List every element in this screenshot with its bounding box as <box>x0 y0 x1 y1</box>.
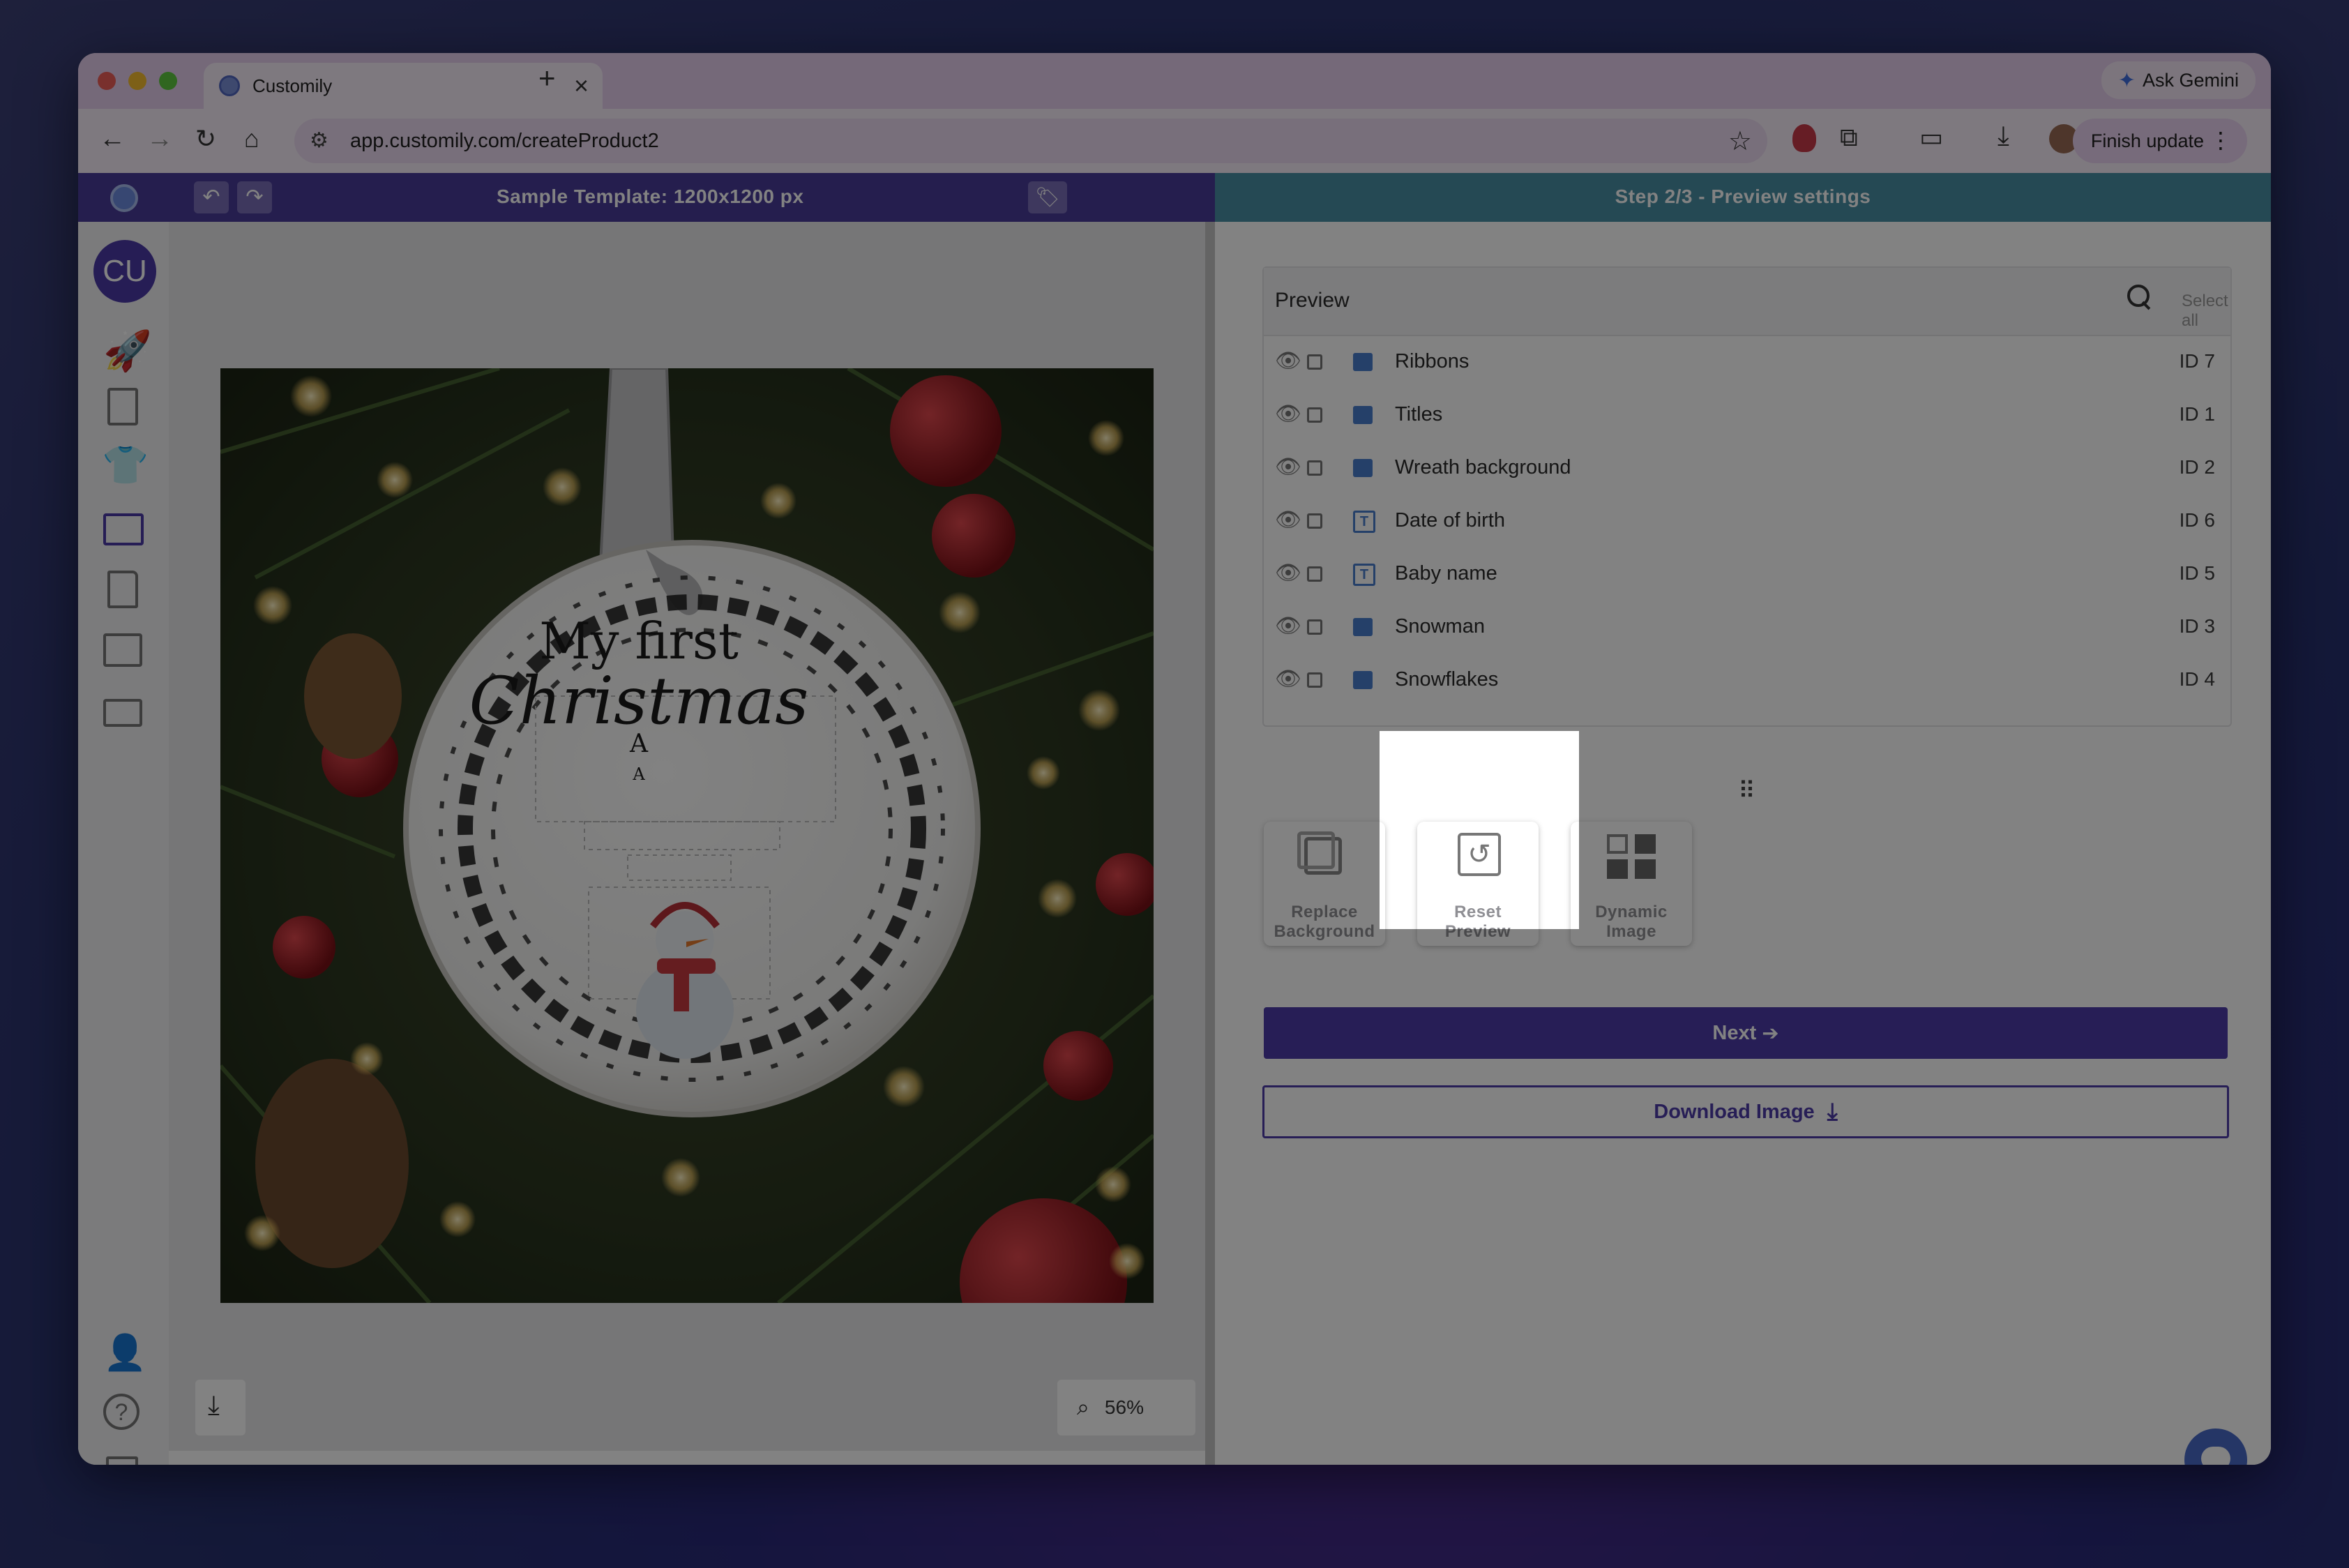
reset-arrow-icon: ↺ <box>1458 833 1501 876</box>
spotlight-overlay <box>0 929 2349 1568</box>
spotlight-overlay <box>0 731 1380 929</box>
spotlight-overlay <box>0 0 2349 731</box>
reset-preview-label-1: Reset <box>1454 903 1502 921</box>
spotlight-overlay <box>1579 731 2349 929</box>
reset-preview-button[interactable]: ↺ Reset Preview <box>1417 822 1539 946</box>
